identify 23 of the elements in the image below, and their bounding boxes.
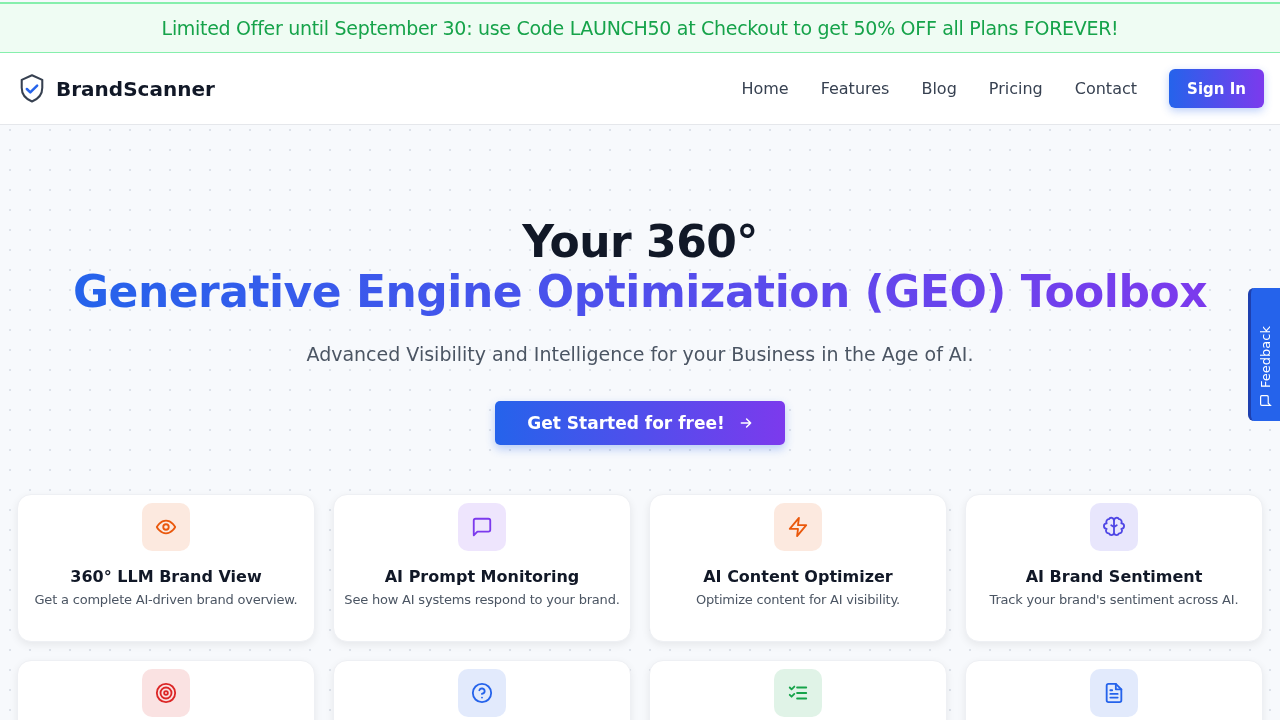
nav-link[interactable]: Contact (1058, 79, 1153, 98)
get-started-button[interactable]: Get Started for free! (495, 401, 785, 445)
feature-description: See how AI systems respond to your brand. (344, 591, 620, 609)
hero-title: Your 360° (522, 217, 758, 267)
shield-check-icon (18, 72, 46, 105)
nav-link[interactable]: Pricing (972, 79, 1059, 98)
brand-name: BrandScanner (56, 76, 215, 101)
feature-title: AI Brand Sentiment (1025, 567, 1203, 586)
nav-link[interactable]: Features (804, 79, 906, 98)
arrow-right-icon (738, 416, 753, 430)
nav-link[interactable]: Home (725, 79, 805, 98)
sign-in-button[interactable]: Sign In (1169, 69, 1264, 108)
feature-description: Track your brand's sentiment across AI. (989, 591, 1239, 609)
feature-title: AI Content Optimizer (703, 567, 893, 586)
feature-description: Optimize content for AI visibility. (695, 591, 900, 609)
chat-bubble-icon (1259, 394, 1272, 407)
feedback-tab[interactable]: Feedback (1248, 288, 1280, 421)
hero-subtitle: Advanced Visibility and Intelligence for your Business in the Age of AI. (306, 343, 974, 365)
feature-title: 360° LLM Brand View (70, 567, 262, 586)
promo-banner-text: Limited Offer until September 30: use Code LAUNCH50 at Checkout to get 50% OFF all Plans FOREVER! (161, 17, 1119, 39)
feature-description: Get a complete AI-driven brand overview. (34, 591, 298, 609)
feature-title: AI Prompt Monitoring (384, 567, 580, 586)
nav-link[interactable]: Blog (905, 79, 973, 98)
